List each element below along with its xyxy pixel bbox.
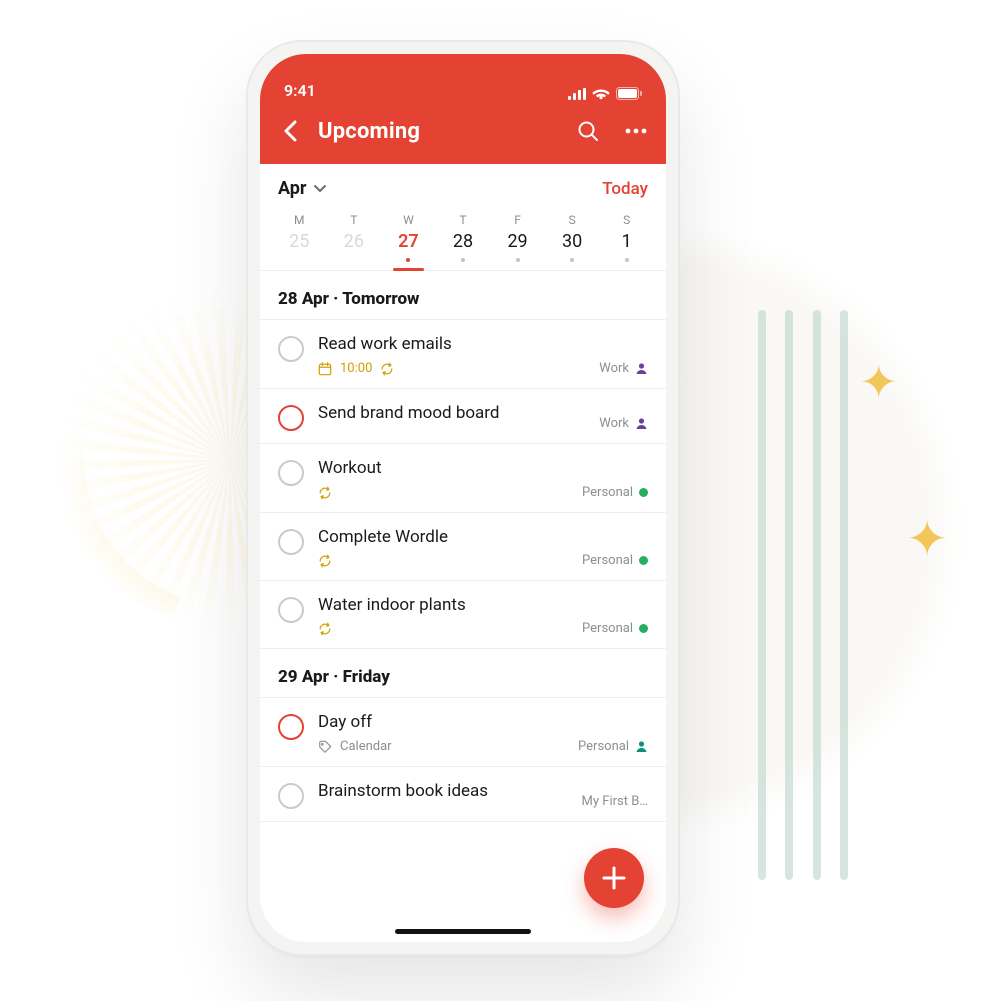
add-task-fab[interactable] — [584, 848, 644, 908]
weekday-number: 1 — [622, 231, 632, 252]
project-dot-icon — [639, 488, 648, 497]
weekday-number: 28 — [453, 231, 473, 252]
weekday-number: 26 — [344, 231, 364, 252]
task-project[interactable]: Personal — [578, 739, 648, 754]
project-name: Personal — [578, 739, 629, 754]
week-day[interactable]: M 25 — [272, 207, 327, 270]
project-person-icon — [635, 362, 648, 375]
task-checkbox[interactable] — [278, 405, 304, 431]
task-checkbox[interactable] — [278, 336, 304, 362]
recurring-icon — [318, 486, 332, 500]
week-day[interactable]: T 28 — [436, 207, 491, 270]
wifi-icon — [592, 87, 610, 100]
task-project[interactable]: Personal — [582, 485, 648, 500]
today-button[interactable]: Today — [602, 179, 648, 199]
task-tag: Calendar — [340, 739, 392, 754]
task-row[interactable]: Water indoor plants Personal — [260, 581, 666, 649]
week-day[interactable]: F 29 — [490, 207, 545, 270]
weekday-label: M — [294, 213, 304, 227]
project-person-icon — [635, 740, 648, 753]
project-name: Work — [599, 416, 629, 431]
recurring-icon — [318, 554, 332, 568]
task-row[interactable]: Complete Wordle Personal — [260, 513, 666, 581]
weekday-label: T — [459, 213, 466, 227]
task-row[interactable]: Day off Calendar Personal — [260, 698, 666, 767]
task-checkbox[interactable] — [278, 783, 304, 809]
task-list[interactable]: 28 Apr · Tomorrow Read work emails 10:00 Wo… — [260, 271, 666, 942]
calendar-icon — [318, 362, 332, 376]
sub-header: Apr Today — [260, 164, 666, 207]
weekday-number: 29 — [507, 231, 527, 252]
task-checkbox[interactable] — [278, 714, 304, 740]
weekday-label: S — [623, 213, 630, 227]
task-row[interactable]: Brainstorm book ideasMy First B… — [260, 767, 666, 822]
more-button[interactable] — [622, 117, 650, 145]
task-row[interactable]: Read work emails 10:00 Work — [260, 320, 666, 389]
home-indicator — [395, 929, 531, 934]
phone-frame: 9:41 Upcoming — [246, 40, 680, 956]
weekday-number: 25 — [289, 231, 309, 252]
event-dot — [406, 258, 410, 262]
task-time: 10:00 — [340, 361, 372, 376]
project-name: My First B… — [582, 794, 648, 809]
signal-icon — [568, 88, 586, 100]
app-header: Upcoming — [260, 102, 666, 164]
task-project[interactable]: Work — [599, 416, 648, 431]
week-day[interactable]: S 30 — [545, 207, 600, 270]
project-name: Personal — [582, 553, 633, 568]
task-checkbox[interactable] — [278, 460, 304, 486]
task-checkbox[interactable] — [278, 597, 304, 623]
event-dot — [461, 258, 465, 262]
phone-notch — [376, 54, 551, 84]
project-dot-icon — [639, 556, 648, 565]
battery-icon — [616, 87, 642, 100]
task-title: Workout — [318, 458, 648, 479]
task-title: Water indoor plants — [318, 595, 648, 616]
weekday-label: T — [350, 213, 357, 227]
recurring-icon — [380, 362, 394, 376]
weekday-number: 27 — [398, 231, 419, 252]
task-project[interactable]: My First B… — [582, 794, 648, 809]
chevron-down-icon — [313, 184, 327, 194]
task-project[interactable]: Personal — [582, 621, 648, 636]
task-checkbox[interactable] — [278, 529, 304, 555]
task-title: Read work emails — [318, 334, 648, 355]
project-name: Work — [599, 361, 629, 376]
event-dot — [625, 258, 629, 262]
event-dot — [516, 258, 520, 262]
project-name: Personal — [582, 621, 633, 636]
weekday-label: S — [569, 213, 576, 227]
event-dot — [570, 258, 574, 262]
weekday-number: 30 — [562, 231, 582, 252]
task-row[interactable]: Workout Personal — [260, 444, 666, 512]
plus-icon — [601, 865, 627, 891]
search-button[interactable] — [574, 117, 602, 145]
status-time: 9:41 — [284, 81, 316, 100]
week-day[interactable]: T 26 — [327, 207, 382, 270]
project-person-icon — [635, 417, 648, 430]
month-picker[interactable]: Apr — [278, 178, 327, 199]
back-button[interactable] — [276, 117, 304, 145]
month-label: Apr — [278, 178, 307, 199]
section-header: 28 Apr · Tomorrow — [260, 271, 666, 320]
week-strip: M25T26W27T28F29S30S1 — [260, 207, 666, 271]
week-day[interactable]: S1 — [599, 207, 654, 270]
task-project[interactable]: Work — [599, 361, 648, 376]
task-title: Day off — [318, 712, 648, 733]
phone-screen: 9:41 Upcoming — [260, 54, 666, 942]
week-day[interactable]: W 27 — [381, 207, 436, 270]
weekday-label: W — [403, 213, 414, 227]
weekday-label: F — [514, 213, 521, 227]
task-row[interactable]: Send brand mood boardWork — [260, 389, 666, 444]
recurring-icon — [318, 622, 332, 636]
tag-icon — [318, 740, 332, 754]
project-name: Personal — [582, 485, 633, 500]
section-header: 29 Apr · Friday — [260, 649, 666, 698]
page-title: Upcoming — [318, 119, 420, 144]
project-dot-icon — [639, 624, 648, 633]
task-title: Complete Wordle — [318, 527, 648, 548]
task-project[interactable]: Personal — [582, 553, 648, 568]
